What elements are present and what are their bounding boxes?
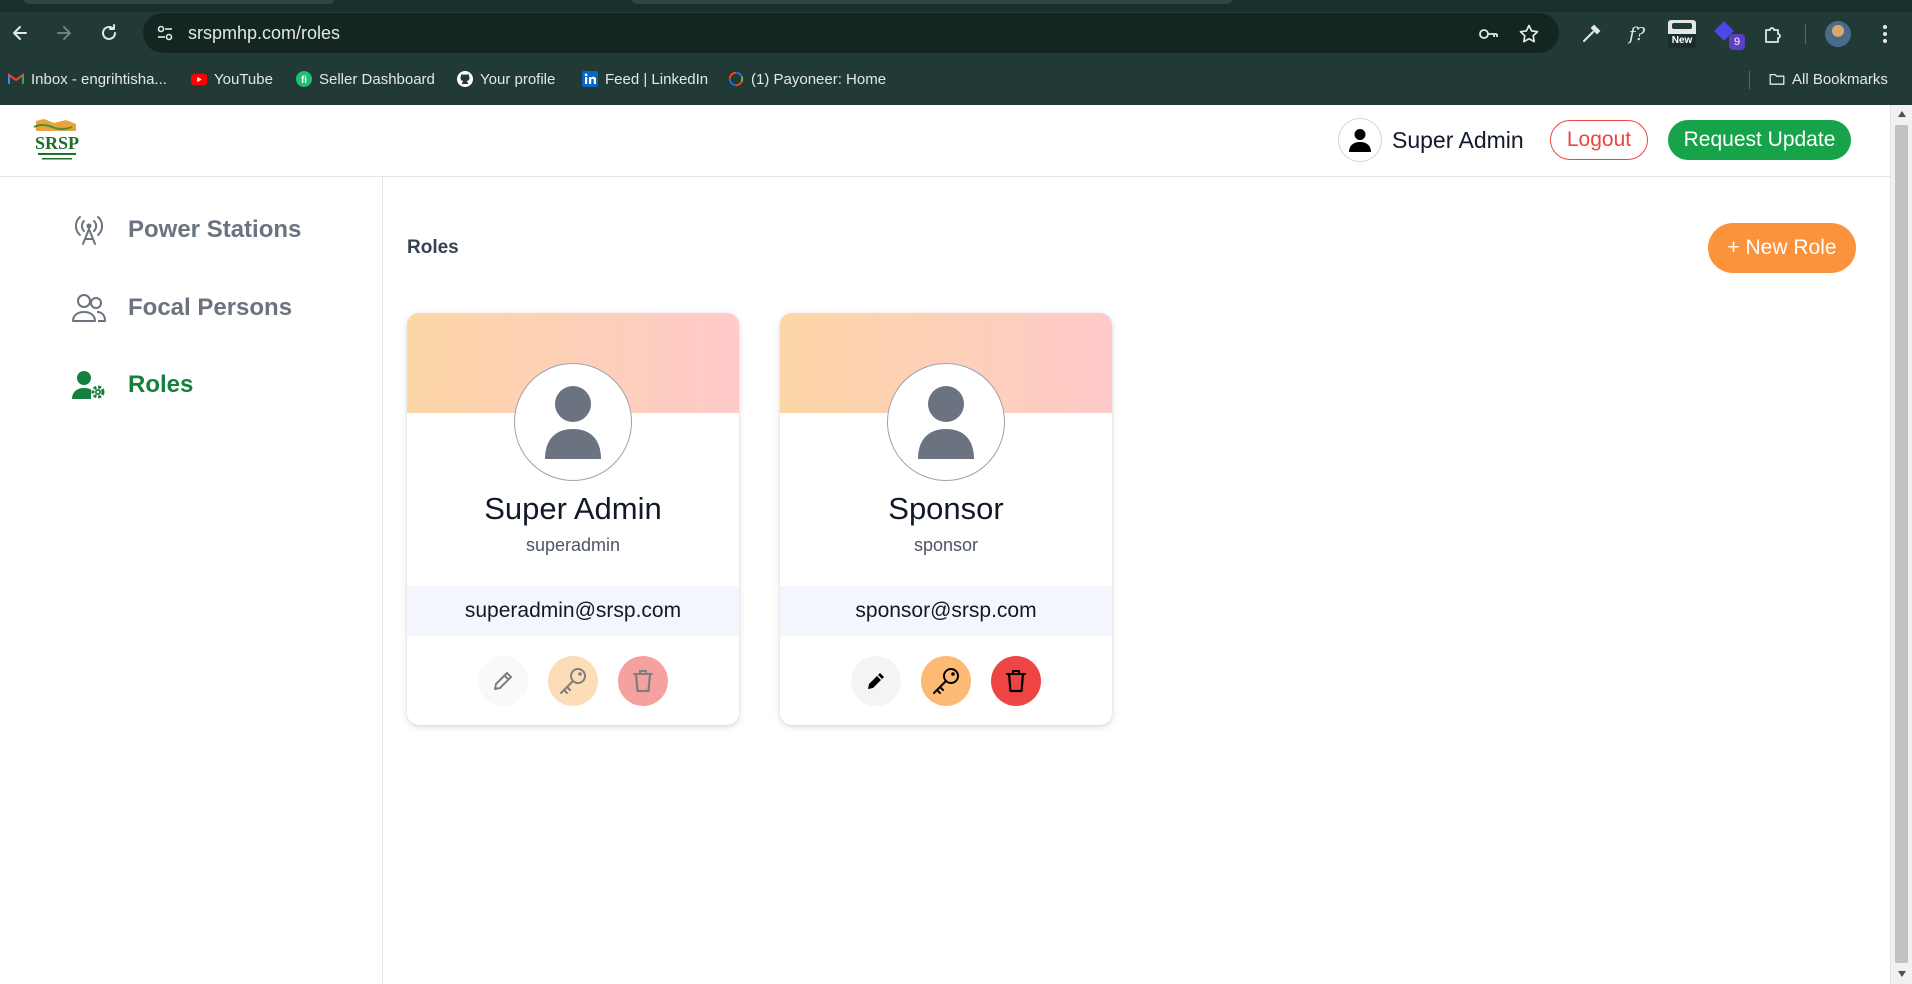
user-avatar	[1338, 118, 1382, 162]
sidebar: Power Stations Focal Persons Roles	[0, 177, 383, 984]
users-icon	[72, 291, 106, 325]
card-actions	[780, 656, 1112, 708]
role-card-sponsor: Sponsor sponsor sponsor@srsp.com	[780, 313, 1112, 725]
logout-button[interactable]: Logout	[1550, 120, 1648, 160]
role-avatar	[887, 363, 1005, 481]
forward-button[interactable]	[47, 16, 81, 50]
arrow-right-icon	[57, 26, 71, 40]
edit-role-button[interactable]	[851, 656, 901, 706]
role-card-super-admin: Super Admin superadmin superadmin@srsp.c…	[407, 313, 739, 725]
sidebar-item-label: Power Stations	[128, 216, 302, 243]
toolbar-divider	[1805, 24, 1806, 44]
folder-icon	[1769, 71, 1785, 87]
bookmarks-bar: Inbox - engrihtisha... YouTube fi Seller…	[0, 64, 1912, 94]
kebab-menu-icon	[1883, 25, 1887, 43]
new-badge: New	[1668, 34, 1696, 48]
chrome-menu-button[interactable]	[1870, 19, 1900, 49]
scroll-down-arrow-icon[interactable]	[1896, 968, 1908, 980]
user-icon	[1349, 129, 1371, 152]
user-gear-icon	[72, 368, 106, 402]
svg-text:SRSP: SRSP	[35, 133, 79, 153]
page-scrollbar[interactable]	[1890, 105, 1912, 984]
edit-role-button[interactable]	[478, 656, 528, 706]
scroll-up-arrow-icon[interactable]	[1896, 108, 1908, 120]
arrow-left-icon	[13, 26, 27, 40]
sidebar-item-roles[interactable]: Roles	[72, 368, 193, 402]
reload-button[interactable]	[92, 16, 126, 50]
card-actions	[407, 656, 739, 708]
role-username: superadmin	[525, 535, 621, 555]
back-button[interactable]	[3, 16, 37, 50]
main-content: Roles + New Role Super Admin superadmin …	[384, 177, 1890, 984]
svg-text:fi: fi	[301, 75, 307, 86]
url-text: srspmhp.com/roles	[188, 23, 341, 43]
bookmarks-divider	[1749, 71, 1750, 89]
shapes-extension-icon[interactable]: 9	[1714, 19, 1745, 50]
permissions-key-button[interactable]	[548, 656, 598, 706]
user-name: Super Admin	[1392, 126, 1524, 153]
bookmark-gmail[interactable]: Inbox - engrihtisha...	[8, 68, 167, 90]
address-bar[interactable]: srspmhp.com/roles	[143, 13, 1559, 53]
new-role-button[interactable]: + New Role	[1708, 223, 1856, 273]
user-icon	[918, 386, 974, 459]
eyedropper-extension-icon[interactable]	[1576, 19, 1606, 49]
pencil-icon	[868, 673, 884, 689]
delete-role-button[interactable]	[618, 656, 668, 706]
browser-chrome: srspmhp.com/roles f? New 9 Inbox - engri…	[0, 0, 1912, 105]
bookmark-star-icon[interactable]	[1518, 23, 1540, 45]
key-icon	[560, 668, 586, 694]
sidebar-item-power-stations[interactable]: Power Stations	[72, 213, 301, 247]
new-extension-icon[interactable]: New	[1667, 19, 1697, 49]
bookmark-github[interactable]: Your profile	[457, 68, 555, 90]
broadcast-tower-icon	[72, 213, 106, 247]
reload-icon	[102, 24, 116, 40]
role-email: sponsor@srsp.com	[780, 586, 1112, 636]
trash-icon	[1006, 670, 1026, 693]
extensions-puzzle-icon[interactable]	[1758, 19, 1788, 49]
role-username: sponsor	[913, 535, 979, 555]
bookmark-linkedin[interactable]: Feed | LinkedIn	[582, 68, 708, 90]
gmail-icon	[8, 71, 24, 87]
trash-icon	[633, 670, 653, 693]
sidebar-item-focal-persons[interactable]: Focal Persons	[72, 291, 292, 325]
fiverr-icon: fi	[296, 71, 312, 87]
bookmark-seller-dashboard[interactable]: fi Seller Dashboard	[296, 68, 435, 90]
site-settings-icon[interactable]	[153, 21, 177, 45]
tab-strip	[0, 0, 1912, 12]
youtube-icon	[191, 71, 207, 87]
pencil-icon	[494, 672, 512, 690]
github-icon	[457, 71, 473, 87]
page-title: Roles	[407, 237, 459, 258]
request-update-button[interactable]: Request Update	[1668, 120, 1851, 160]
user-icon	[545, 386, 601, 459]
font-extension-icon[interactable]: f?	[1622, 19, 1652, 49]
bookmark-payoneer[interactable]: (1) Payoneer: Home	[728, 68, 886, 90]
sidebar-item-label: Roles	[128, 371, 194, 398]
scrollbar-thumb[interactable]	[1895, 125, 1908, 963]
profile-avatar[interactable]	[1823, 19, 1853, 49]
role-avatar	[514, 363, 632, 481]
role-name: Sponsor	[888, 491, 1004, 526]
srsp-logo[interactable]: SRSP	[32, 117, 82, 165]
role-name: Super Admin	[484, 491, 662, 526]
payoneer-icon	[728, 71, 744, 87]
bookmark-youtube[interactable]: YouTube	[191, 68, 273, 90]
current-user[interactable]: Super Admin	[1338, 118, 1524, 162]
permissions-key-button[interactable]	[921, 656, 971, 706]
extension-count-badge: 9	[1729, 34, 1745, 50]
app-header: SRSP Super Admin Logout Request Update	[0, 105, 1890, 177]
role-email: superadmin@srsp.com	[407, 586, 739, 636]
sidebar-item-label: Focal Persons	[128, 294, 293, 321]
delete-role-button[interactable]	[991, 656, 1041, 706]
linkedin-icon	[582, 71, 598, 87]
all-bookmarks-button[interactable]: All Bookmarks	[1769, 68, 1888, 90]
password-key-icon[interactable]	[1477, 23, 1499, 45]
key-icon	[933, 668, 959, 694]
